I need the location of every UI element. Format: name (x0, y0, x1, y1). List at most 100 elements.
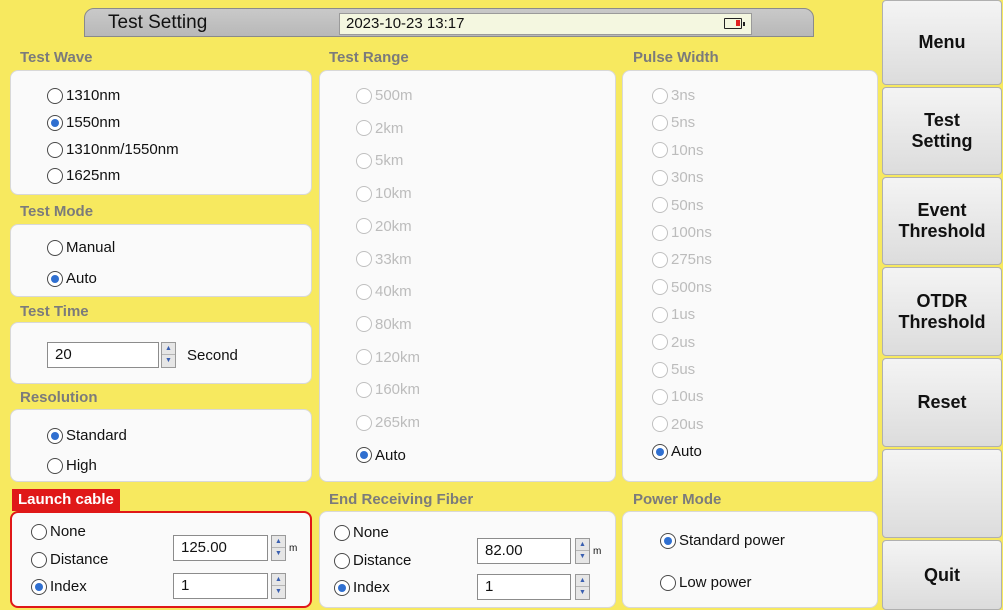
test-range-panel: 500m 2km 5km 10km 20km 33km 40km 80km 120km 160km… (319, 70, 616, 482)
pulse-width-option-3ns[interactable]: 3ns (652, 87, 695, 104)
launch-cable-option-index[interactable]: Index (31, 578, 87, 595)
end-fiber-distance-input[interactable]: 82.00 (477, 538, 571, 564)
test-range-option-5km[interactable]: 5km (356, 152, 403, 169)
spin-down-icon[interactable]: ▼ (576, 587, 589, 599)
pulse-width-option-5us[interactable]: 5us (652, 361, 695, 378)
test-wave-heading: Test Wave (20, 49, 93, 66)
radio-icon (652, 334, 668, 351)
test-range-heading: Test Range (329, 49, 409, 66)
test-mode-option-manual[interactable]: Manual (47, 239, 115, 256)
launch-cable-index-input[interactable]: 1 (173, 573, 268, 599)
empty-menu-button[interactable] (882, 449, 1002, 538)
test-range-option-160km[interactable]: 160km (356, 381, 420, 398)
radio-icon (334, 552, 350, 569)
resolution-option-high[interactable]: High (47, 457, 97, 474)
end-fiber-option-distance[interactable]: Distance (334, 552, 411, 569)
radio-icon (652, 306, 668, 323)
spin-down-icon[interactable]: ▼ (576, 551, 589, 563)
test-range-option-auto[interactable]: Auto (356, 447, 406, 464)
radio-checked-icon (47, 270, 63, 287)
test-mode-option-auto[interactable]: Auto (47, 270, 97, 287)
radio-icon (356, 283, 372, 300)
test-range-option-2km[interactable]: 2km (356, 120, 403, 137)
test-wave-option-1550[interactable]: 1550nm (47, 114, 120, 131)
test-range-option-120km[interactable]: 120km (356, 349, 420, 366)
spin-up-icon[interactable]: ▲ (162, 343, 175, 355)
pulse-width-option-5ns[interactable]: 5ns (652, 114, 695, 131)
quit-button[interactable]: Quit (882, 540, 1002, 610)
test-time-stepper[interactable]: ▲ ▼ (161, 342, 176, 368)
spin-down-icon[interactable]: ▼ (162, 355, 175, 367)
launch-cable-distance-stepper[interactable]: ▲ ▼ (271, 535, 286, 561)
pulse-width-panel: 3ns 5ns 10ns 30ns 50ns 100ns 275ns 500ns 1us 2us 5… (622, 70, 878, 482)
launch-cable-heading: Launch cable (12, 489, 120, 511)
radio-icon (652, 87, 668, 104)
test-range-option-20km[interactable]: 20km (356, 218, 412, 235)
test-setting-button[interactable]: Test Setting (882, 87, 1002, 175)
pulse-width-option-30ns[interactable]: 30ns (652, 169, 704, 186)
radio-icon (652, 169, 668, 186)
test-range-option-10km[interactable]: 10km (356, 185, 412, 202)
test-range-option-500m[interactable]: 500m (356, 87, 413, 104)
spin-down-icon[interactable]: ▼ (272, 548, 285, 560)
radio-icon (652, 279, 668, 296)
event-threshold-button[interactable]: Event Threshold (882, 177, 1002, 265)
test-time-panel: 20 ▲ ▼ Second (10, 322, 312, 384)
spin-up-icon[interactable]: ▲ (576, 575, 589, 587)
spin-up-icon[interactable]: ▲ (272, 536, 285, 548)
power-mode-option-standard[interactable]: Standard power (660, 532, 785, 549)
datetime-display: 2023-10-23 13:17 (339, 13, 752, 35)
end-fiber-distance-stepper[interactable]: ▲ ▼ (575, 538, 590, 564)
launch-cable-option-none[interactable]: None (31, 523, 86, 540)
radio-icon (652, 142, 668, 159)
pulse-width-option-500ns[interactable]: 500ns (652, 279, 712, 296)
end-fiber-index-input[interactable]: 1 (477, 574, 571, 600)
spin-down-icon[interactable]: ▼ (272, 586, 285, 598)
radio-icon (47, 239, 63, 256)
reset-button[interactable]: Reset (882, 358, 1002, 447)
radio-icon (356, 87, 372, 104)
end-fiber-option-index[interactable]: Index (334, 579, 390, 596)
radio-icon (652, 361, 668, 378)
otdr-threshold-button[interactable]: OTDR Threshold (882, 267, 1002, 356)
test-range-option-33km[interactable]: 33km (356, 251, 412, 268)
test-range-option-265km[interactable]: 265km (356, 414, 420, 431)
pulse-width-option-10ns[interactable]: 10ns (652, 142, 704, 159)
launch-cable-option-distance[interactable]: Distance (31, 551, 108, 568)
test-range-option-80km[interactable]: 80km (356, 316, 412, 333)
launch-cable-panel: None Distance Index 125.00 ▲ ▼ m 1 ▲ ▼ (10, 511, 312, 608)
radio-icon (652, 224, 668, 241)
pulse-width-option-275ns[interactable]: 275ns (652, 251, 712, 268)
pulse-width-option-2us[interactable]: 2us (652, 334, 695, 351)
radio-checked-icon (47, 427, 63, 444)
radio-checked-icon (31, 578, 47, 595)
test-wave-option-1310[interactable]: 1310nm (47, 87, 120, 104)
pulse-width-option-auto[interactable]: Auto (652, 443, 702, 460)
battery-low-icon (724, 18, 745, 29)
pulse-width-option-100ns[interactable]: 100ns (652, 224, 712, 241)
test-wave-option-1625[interactable]: 1625nm (47, 167, 120, 184)
pulse-width-option-1us[interactable]: 1us (652, 306, 695, 323)
resolution-heading: Resolution (20, 389, 98, 406)
pulse-width-option-50ns[interactable]: 50ns (652, 197, 704, 214)
pulse-width-option-10us[interactable]: 10us (652, 388, 704, 405)
spin-up-icon[interactable]: ▲ (272, 574, 285, 586)
launch-cable-distance-input[interactable]: 125.00 (173, 535, 268, 561)
launch-cable-index-stepper[interactable]: ▲ ▼ (271, 573, 286, 599)
radio-checked-icon (47, 114, 63, 131)
spin-up-icon[interactable]: ▲ (576, 539, 589, 551)
end-fiber-option-none[interactable]: None (334, 524, 389, 541)
datetime-text: 2023-10-23 13:17 (346, 15, 465, 32)
pulse-width-option-20us[interactable]: 20us (652, 416, 704, 433)
end-fiber-index-stepper[interactable]: ▲ ▼ (575, 574, 590, 600)
resolution-option-standard[interactable]: Standard (47, 427, 127, 444)
radio-icon (356, 251, 372, 267)
power-mode-option-low[interactable]: Low power (660, 574, 752, 591)
test-time-input[interactable]: 20 (47, 342, 159, 368)
radio-checked-icon (334, 579, 350, 596)
radio-checked-icon (652, 443, 668, 460)
menu-button[interactable]: Menu (882, 0, 1002, 85)
radio-icon (660, 574, 676, 591)
test-wave-option-1310-1550[interactable]: 1310nm/1550nm (47, 141, 179, 158)
test-range-option-40km[interactable]: 40km (356, 283, 412, 300)
